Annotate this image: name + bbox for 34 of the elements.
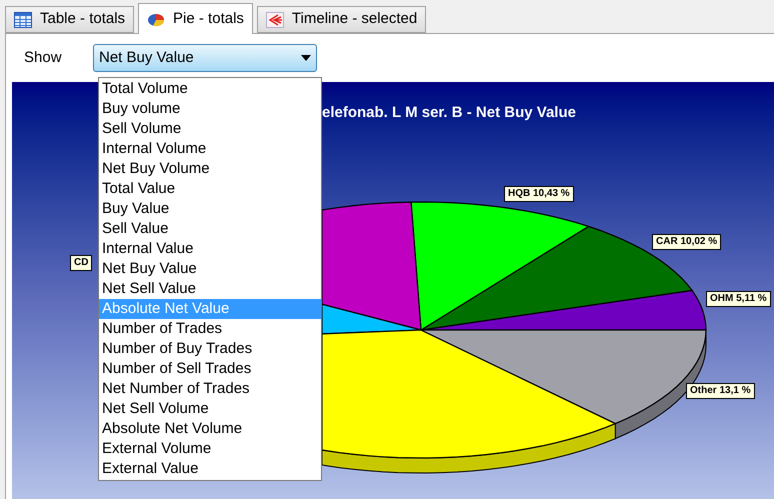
tab[interactable]: Pie - totals [138, 3, 253, 34]
table-icon [14, 12, 32, 28]
dropdown-option[interactable]: Net Buy Volume [99, 159, 321, 179]
dropdown-option[interactable]: Number of Trades [99, 319, 321, 339]
slice-label: Other 13,1 % [686, 383, 755, 399]
combo-box[interactable]: Net Buy Value [93, 44, 317, 72]
chart-title: elefonab. L M ser. B - Net Buy Value [322, 103, 576, 123]
dropdown-option[interactable]: Buy volume [99, 99, 321, 119]
dropdown-option[interactable]: External Volume [99, 439, 321, 459]
slice-label: OHM 5,11 % [706, 291, 771, 307]
dropdown-option[interactable]: Sell Volume [99, 119, 321, 139]
dropdown-option[interactable]: Sell Value [99, 219, 321, 239]
slice-label: CD [70, 255, 92, 271]
dropdown-arrow-icon [301, 55, 311, 61]
show-label: Show [23, 48, 63, 68]
dropdown-option[interactable]: Number of Buy Trades [99, 339, 321, 359]
dropdown-option[interactable]: Net Sell Volume [99, 399, 321, 419]
dropdown-option[interactable]: Net Sell Value [99, 279, 321, 299]
timeline-icon [266, 12, 284, 28]
dropdown-option[interactable]: Absolute Net Volume [99, 419, 321, 439]
dropdown-option[interactable]: Buy Value [99, 199, 321, 219]
slice-label: CAR 10,02 % [652, 234, 722, 250]
dropdown-option[interactable]: Total Volume [99, 79, 321, 99]
dropdown-option[interactable]: Number of Sell Trades [99, 359, 321, 379]
pie-chart-icon [147, 11, 166, 27]
dropdown-option[interactable]: External Value [99, 459, 321, 479]
dropdown-option[interactable]: Internal Value [99, 239, 321, 259]
dropdown-option[interactable]: Net Buy Value [99, 259, 321, 279]
dropdown-option[interactable]: Net Number of Trades [99, 379, 321, 399]
tab[interactable]: Table - totals [5, 6, 134, 33]
dropdown-option[interactable]: Internal Volume [99, 139, 321, 159]
dropdown-option[interactable]: Total Value [99, 179, 321, 199]
tab[interactable]: Timeline - selected [256, 6, 426, 33]
slice-label: HQB 10,43 % [504, 186, 574, 202]
